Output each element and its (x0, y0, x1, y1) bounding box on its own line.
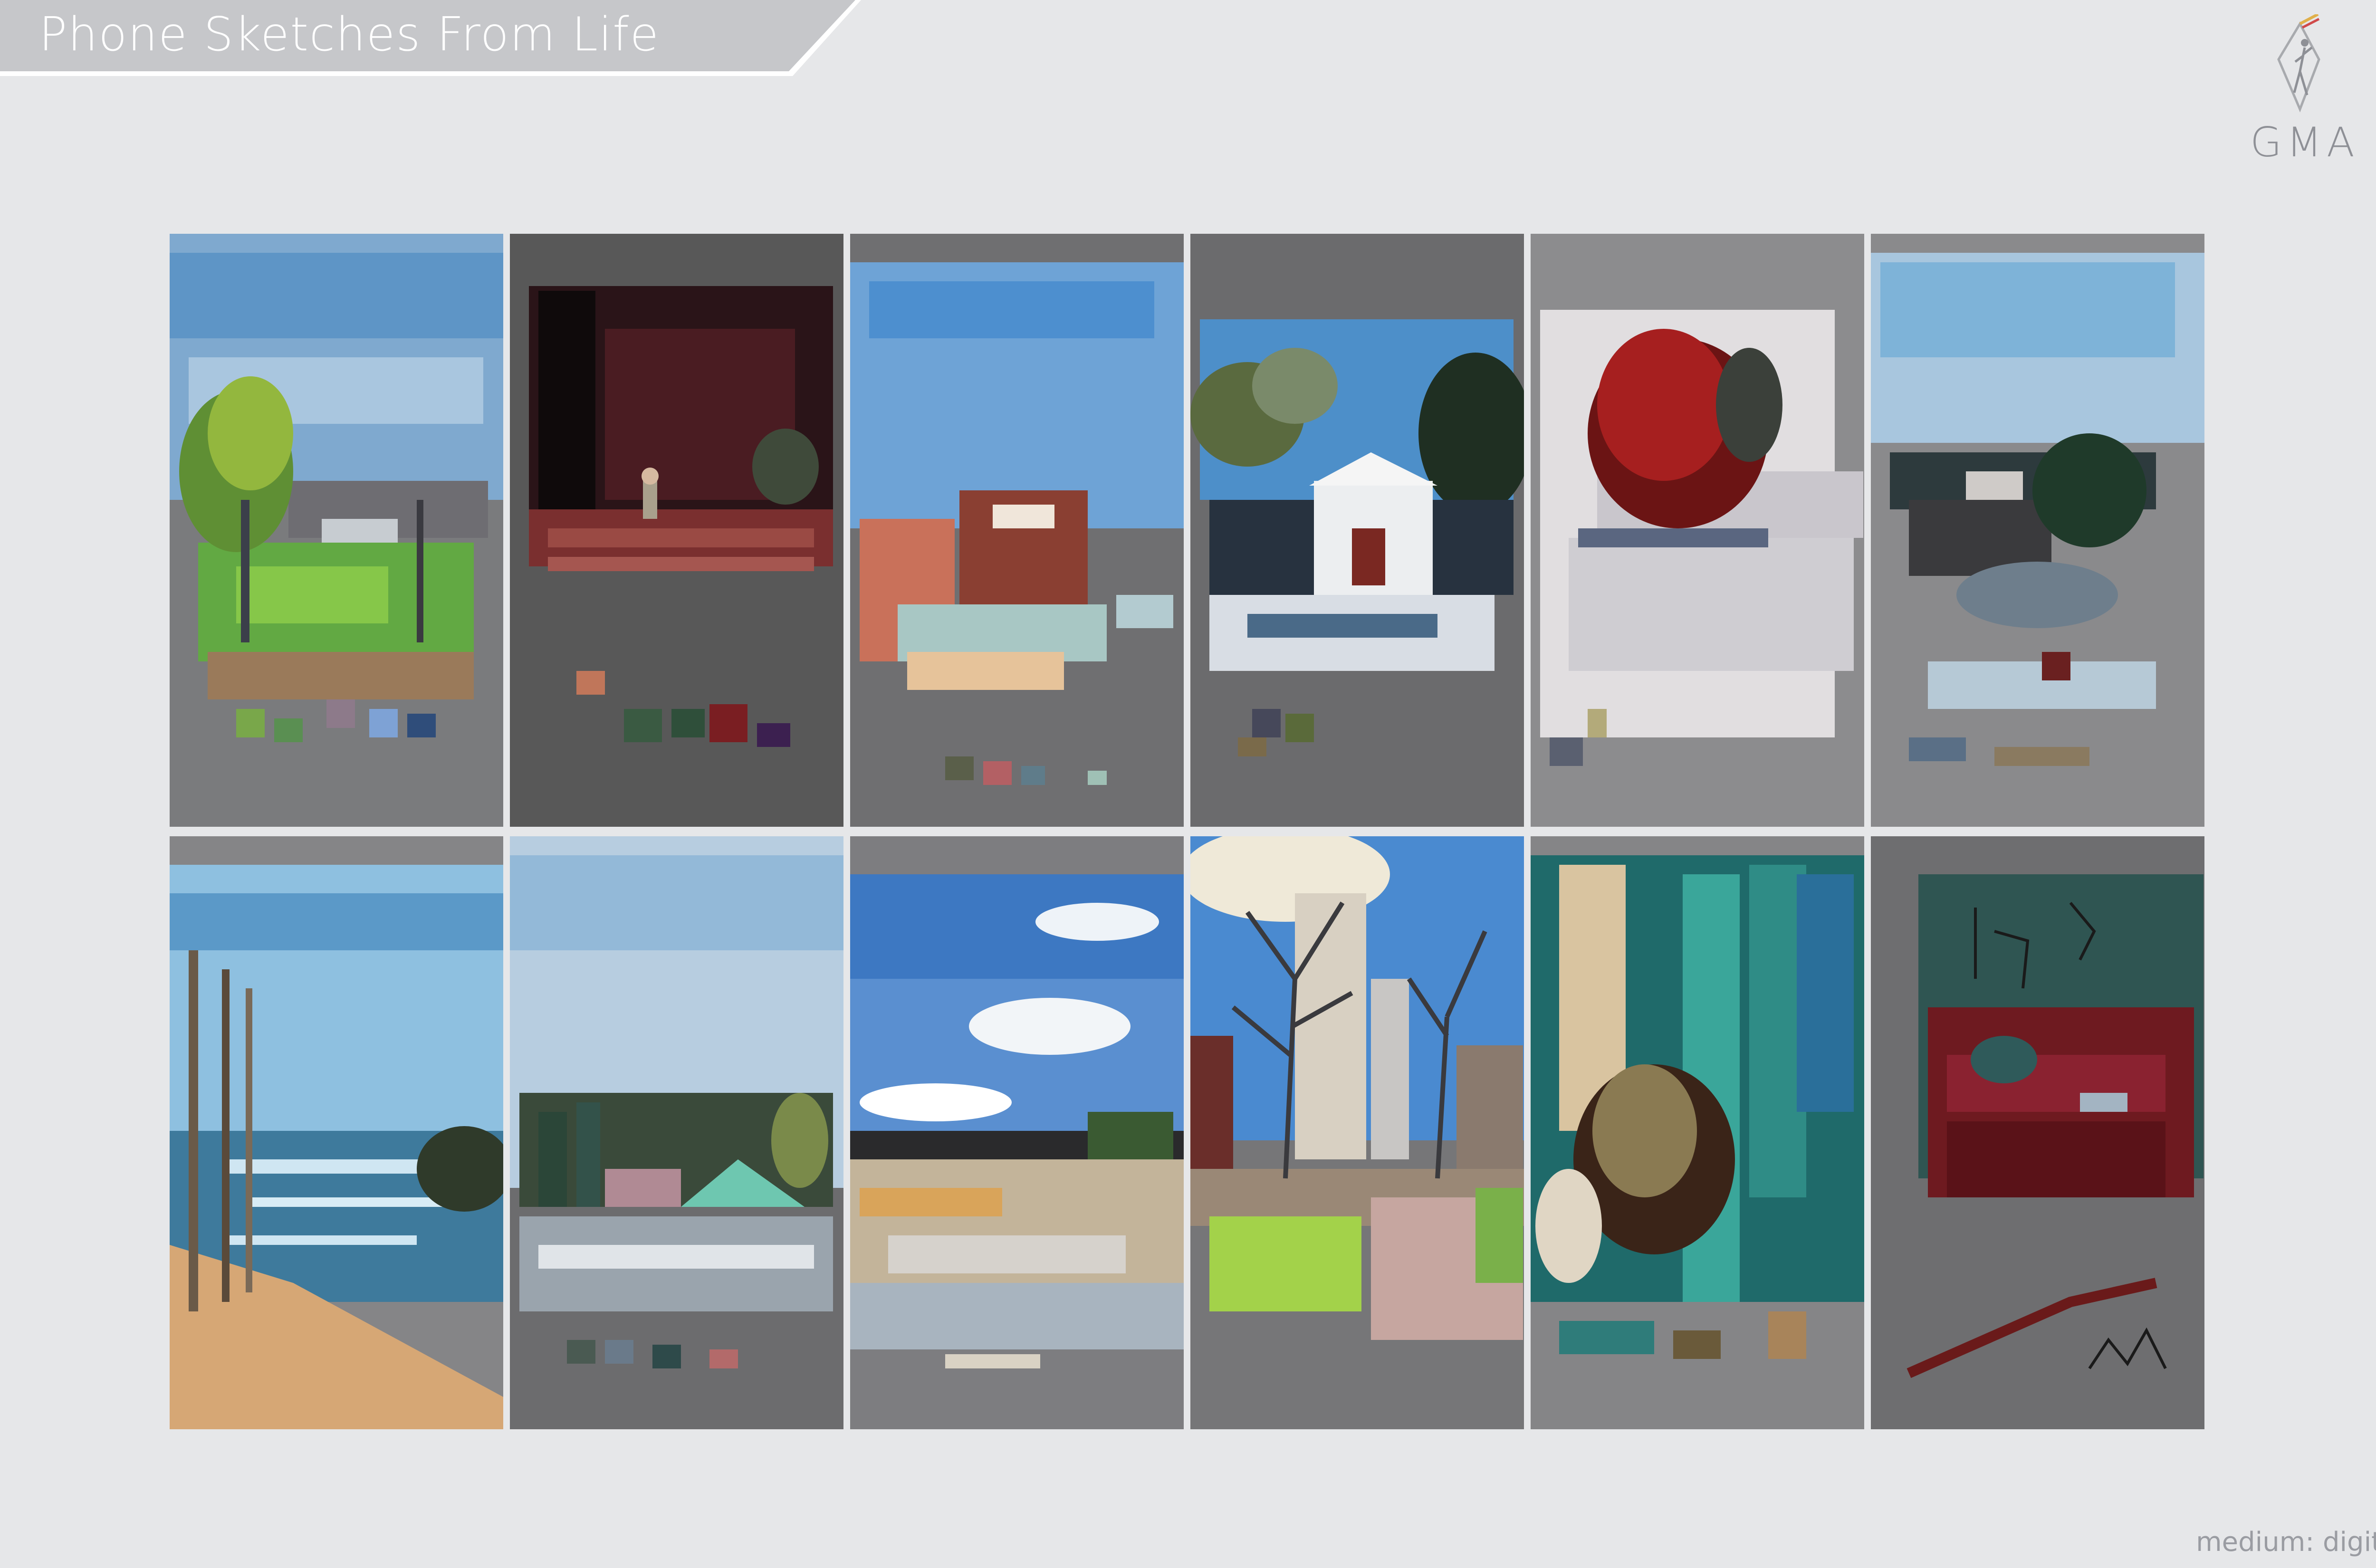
sketch-brick-building (850, 234, 1184, 827)
sketch-bare-tree-monument (1190, 836, 1524, 1429)
sketch-houses-trees (1871, 234, 2204, 827)
sketch-white-barn (1190, 234, 1524, 827)
sketch-lake-shore (170, 836, 503, 1429)
gma-logo: GMA (2229, 13, 2376, 166)
sketch-red-bush-snow (1531, 234, 1864, 827)
gma-diamond-figure-logo-icon (2277, 13, 2320, 113)
sketch-river-tree-house (170, 234, 503, 827)
sketch-stage-performer (510, 234, 843, 827)
sketch-gallery (170, 234, 2206, 1429)
sketch-clouds-road (850, 836, 1184, 1429)
sketch-pond-park (510, 836, 843, 1429)
sketch-interior-teal (1531, 836, 1864, 1429)
logo-text: GMA (2250, 119, 2359, 166)
medium-caption: medium: digital (2196, 1527, 2376, 1558)
page-title: Phone Sketches From Life (39, 8, 660, 62)
sketch-red-sofa (1871, 836, 2204, 1429)
title-banner: Phone Sketches From Life (0, 0, 870, 78)
